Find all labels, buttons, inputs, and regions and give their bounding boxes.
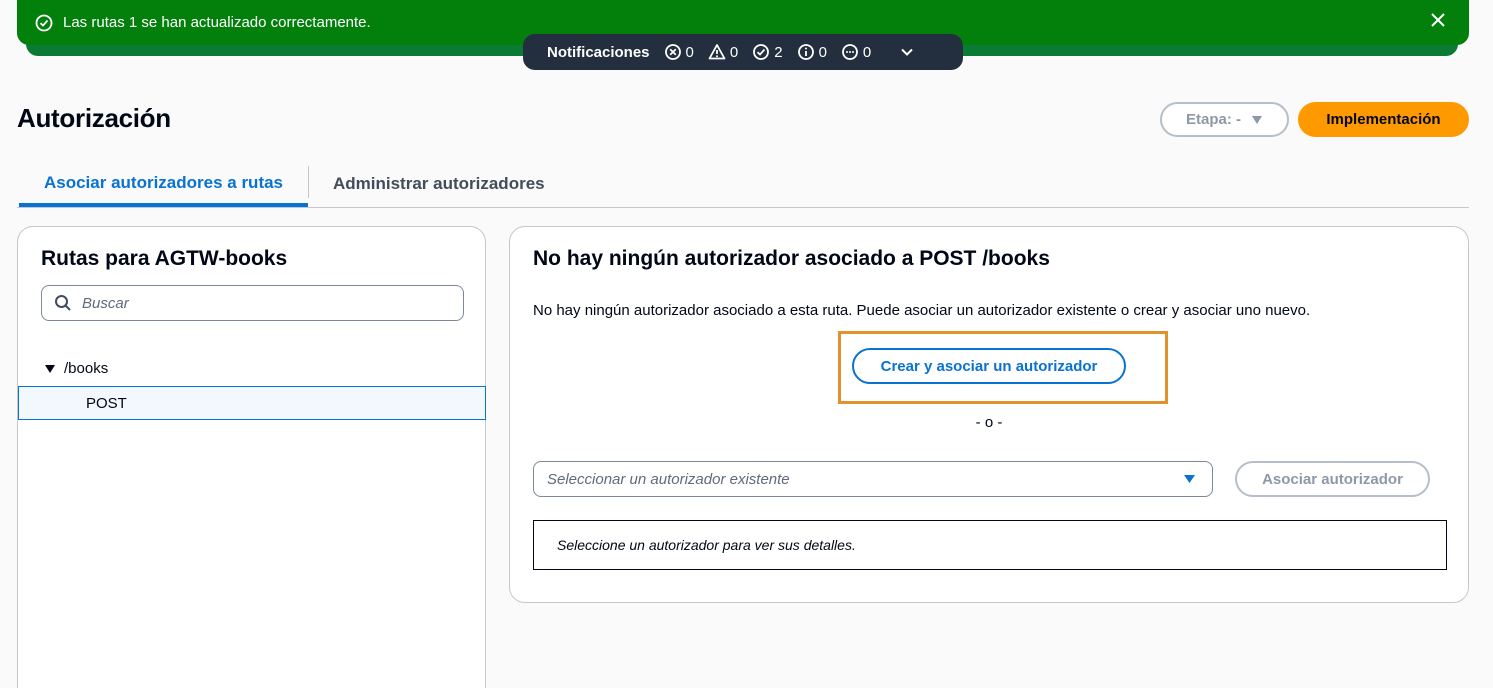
in-progress-icon [842, 44, 858, 60]
associate-authorizer-button[interactable]: Asociar autorizador [1235, 461, 1430, 497]
authorizer-panel-title: No hay ningún autorizador asociado a POS… [533, 247, 1050, 270]
page-title: Autorización [17, 103, 171, 133]
notification-bar[interactable]: Notificaciones 0 0 2 0 0 [523, 34, 963, 70]
warning-count[interactable]: 0 [708, 43, 738, 61]
error-count[interactable]: 0 [664, 43, 694, 61]
create-authorizer-button[interactable]: Crear y asociar un autorizador [852, 348, 1126, 384]
search-input[interactable] [82, 294, 442, 312]
check-circle-icon [35, 14, 53, 32]
info-count[interactable]: 0 [797, 43, 827, 61]
select-placeholder: Seleccionar un autorizador existente [547, 470, 790, 488]
tab-divider [308, 166, 309, 198]
tree-node-post[interactable]: POST [18, 386, 486, 420]
flash-message: Las rutas 1 se han actualizado correctam… [63, 14, 371, 31]
info-icon [797, 44, 814, 60]
tab-manage-authorizers[interactable]: Administrar autorizadores [333, 162, 545, 206]
authorizer-description: No hay ningún autorizador asociado a est… [533, 302, 1311, 319]
success-icon [753, 44, 770, 60]
chevron-down-icon[interactable] [899, 44, 915, 60]
tree-node-books[interactable]: /books [44, 360, 108, 377]
tree-node-label: /books [64, 360, 109, 377]
notification-title: Notificaciones [547, 43, 650, 61]
authorizer-details-box: Seleccione un autorizador para ver sus d… [533, 520, 1447, 570]
or-separator: - o - [975, 414, 1003, 431]
authorizer-panel: No hay ningún autorizador asociado a POS… [509, 226, 1469, 603]
in-progress-count[interactable]: 0 [841, 43, 871, 61]
success-count[interactable]: 2 [752, 43, 783, 61]
tab-bar: Asociar autorizadores a rutas Administra… [17, 162, 1469, 208]
routes-panel-title: Rutas para AGTW-books [41, 247, 288, 270]
search-field[interactable] [41, 285, 464, 321]
search-icon [55, 295, 71, 311]
caret-down-icon [1252, 115, 1262, 124]
details-text: Seleccione un autorizador para ver sus d… [557, 537, 856, 553]
caret-down-icon [1183, 474, 1196, 484]
tab-attach-authorizers[interactable]: Asociar autorizadores a rutas [19, 162, 308, 207]
caret-down-icon[interactable] [44, 364, 56, 374]
error-icon [664, 44, 681, 60]
routes-panel: Rutas para AGTW-books /books POST [17, 226, 486, 688]
warning-icon [708, 44, 726, 60]
stage-dropdown-button[interactable]: Etapa: - [1160, 102, 1289, 137]
close-icon[interactable] [1427, 9, 1449, 31]
deploy-button[interactable]: Implementación [1298, 102, 1469, 137]
stage-label: Etapa: - [1185, 111, 1241, 128]
tree-node-label: POST [86, 394, 127, 412]
existing-authorizer-select[interactable]: Seleccionar un autorizador existente [533, 461, 1213, 497]
